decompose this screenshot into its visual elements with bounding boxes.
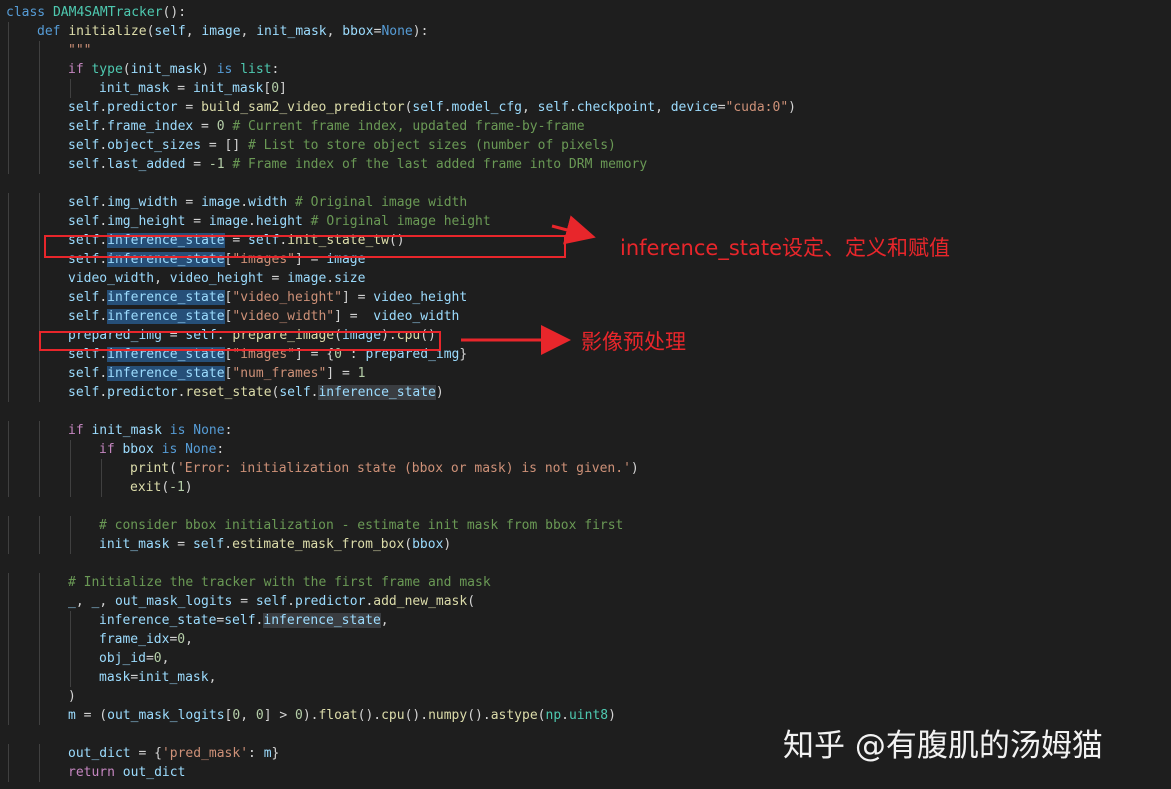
watermark: 知乎 @有腹肌的汤姆猫 [783,728,1103,764]
code-editor-screenshot: class DAM4SAMTracker(): def initialize(se… [0,0,1171,789]
annotation-arrows [461,215,596,355]
highlight-box-prepare-image [39,331,441,351]
highlight-box-inference-state [44,235,566,258]
annotation-label-inference-state: inference_state设定、定义和赋值 [620,236,951,260]
annotation-label-preprocess: 影像预处理 [581,330,686,354]
